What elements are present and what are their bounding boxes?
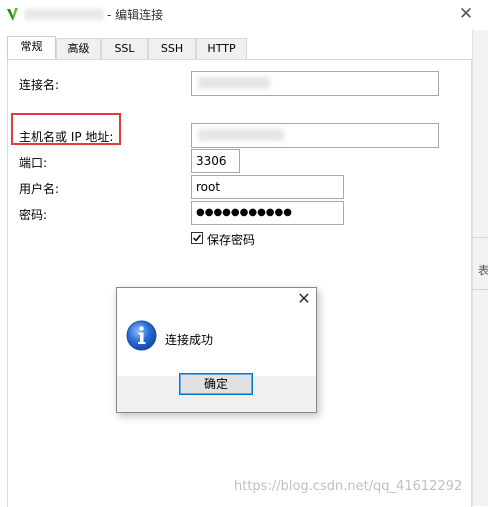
tab-ssh[interactable]: SSH (148, 38, 196, 59)
password-label: 密码: (19, 208, 48, 222)
navicat-app-icon (7, 8, 18, 21)
window-title: - 编辑连接 (107, 8, 164, 22)
port-input[interactable]: 3306 (191, 149, 240, 173)
connection-name-label: 连接名: (19, 78, 60, 92)
watermark: https://blog.csdn.net/qq_41612292 (234, 479, 463, 494)
connection-name-redacted (24, 9, 104, 20)
host-redacted (198, 129, 284, 141)
username-input[interactable]: root (191, 175, 344, 199)
tab-ssl[interactable]: SSL (101, 38, 148, 59)
tab-http[interactable]: HTTP (196, 38, 247, 59)
background-divider (472, 237, 488, 238)
tab-advanced[interactable]: 高级 (56, 38, 101, 59)
save-password-checkbox[interactable] (191, 232, 203, 244)
port-label: 端口: (19, 156, 48, 170)
connection-name-redacted (198, 77, 270, 89)
connection-name-input[interactable] (191, 71, 439, 96)
password-input[interactable]: ●●●●●●●●●●● (191, 201, 344, 225)
dialog-titlebar (117, 288, 316, 310)
connection-success-dialog: ✕ 连接成功 确定 (116, 287, 317, 413)
username-label: 用户名: (19, 182, 60, 196)
dialog-message: 连接成功 (165, 333, 214, 347)
host-input[interactable] (191, 123, 439, 148)
tab-general[interactable]: 常规 (7, 36, 56, 59)
info-icon (126, 320, 157, 351)
ok-button[interactable]: 确定 (179, 373, 253, 395)
checkmark-icon (193, 234, 202, 242)
background-edge-text: 表 (478, 264, 488, 277)
window-close-button[interactable]: ✕ (456, 3, 476, 25)
save-password-label[interactable]: 保存密码 (207, 231, 255, 248)
host-label: 主机名或 IP 地址: (19, 130, 114, 144)
dialog-close-button[interactable]: ✕ (294, 288, 314, 310)
background-divider (472, 289, 488, 290)
